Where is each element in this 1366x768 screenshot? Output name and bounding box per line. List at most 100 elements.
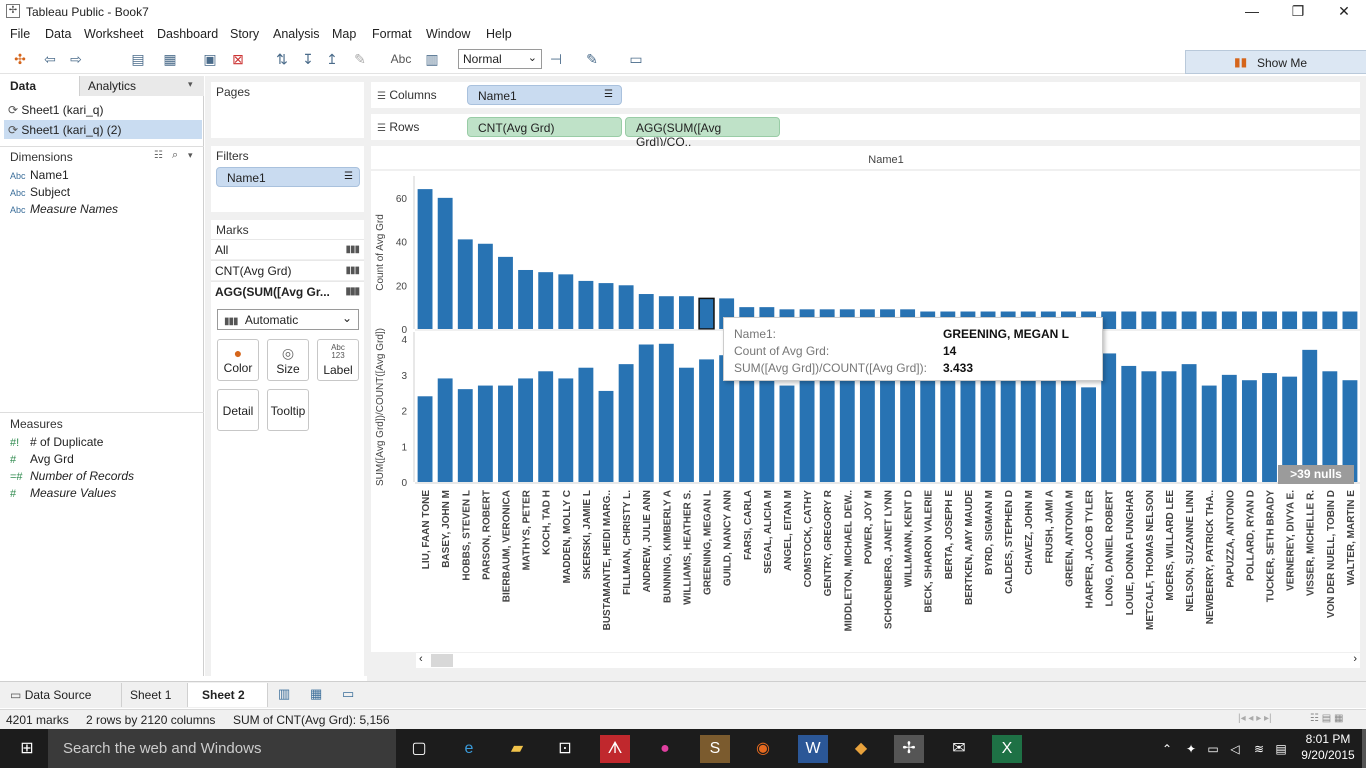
fit-icon[interactable]: ▥ — [422, 50, 442, 68]
dimension-field[interactable]: Abc Subject — [10, 185, 70, 199]
scroll-thumb[interactable] — [431, 654, 453, 667]
datasource-item-selected[interactable]: ⟳ Sheet1 (kari_q) (2) — [4, 120, 202, 139]
sublime-icon[interactable]: S — [700, 735, 730, 763]
view-toggle-icons[interactable]: ☷ ▤ ▦ — [1310, 713, 1343, 724]
clock[interactable]: 8:01 PM 9/20/2015 — [1295, 731, 1361, 763]
close-button[interactable]: ✕ — [1321, 0, 1366, 24]
new-story-icon[interactable]: ▭ — [342, 686, 354, 702]
fit-select[interactable]: Normal ⌄ — [458, 49, 542, 69]
label-button[interactable]: Abc 123 Label — [317, 339, 359, 381]
rows-pill-count[interactable]: CNT(Avg Grd) — [467, 117, 622, 137]
menu-help[interactable]: Help — [486, 27, 512, 41]
menu-window[interactable]: Window — [426, 27, 470, 41]
datasource-label: Sheet1 (kari_q) — [21, 103, 104, 117]
size-button[interactable]: ◎ Size — [267, 339, 309, 381]
tab-data-source[interactable]: ▭ Data Source — [0, 683, 122, 707]
pages-card[interactable]: Pages — [211, 82, 364, 138]
datasource-item[interactable]: ⟳ Sheet1 (kari_q) — [0, 100, 204, 120]
menu-format[interactable]: Format — [372, 27, 412, 41]
measure-field[interactable]: =# Number of Records — [10, 469, 134, 483]
new-worksheet-icon[interactable]: ▦ — [160, 50, 180, 68]
menu-worksheet[interactable]: Worksheet — [84, 27, 144, 41]
datasource-icon: ⟳ — [8, 123, 19, 137]
show-desktop-button[interactable] — [1362, 729, 1366, 768]
minimize-button[interactable]: — — [1229, 0, 1275, 24]
marks-all-row[interactable]: All ▮▮▮ — [211, 239, 364, 259]
task-view-icon[interactable]: ▢ — [404, 735, 434, 763]
file-explorer-icon[interactable]: ▰ — [502, 735, 532, 763]
maximize-button[interactable]: ❐ — [1275, 0, 1321, 24]
highlight-icon[interactable]: ✎ — [350, 50, 370, 68]
x-tick-label: VISSER, MICHELLE R. — [1306, 490, 1317, 596]
redo-icon[interactable]: ⇨ — [66, 50, 86, 68]
horizontal-scrollbar[interactable]: ‹ › — [416, 653, 1360, 668]
menu-analysis[interactable]: Analysis — [273, 27, 320, 41]
pen-icon[interactable]: ✎ — [582, 50, 602, 68]
menu-dashboard[interactable]: Dashboard — [157, 27, 218, 41]
chevron-down-icon[interactable]: ▾ — [188, 150, 193, 161]
mark-type-select[interactable]: ▮▮▮ Automatic ⌄ — [217, 309, 359, 330]
clear-sheet-icon[interactable]: ⊠ — [228, 50, 248, 68]
edge-icon[interactable]: e — [454, 735, 484, 763]
color-button[interactable]: ● Color — [217, 339, 259, 381]
store-icon[interactable]: ⊡ — [550, 735, 580, 763]
excel-icon[interactable]: X — [992, 735, 1022, 763]
menu-map[interactable]: Map — [332, 27, 356, 41]
sort-ascending-icon[interactable]: ↧ — [298, 50, 318, 68]
bar — [739, 374, 755, 482]
firefox-icon[interactable]: ◉ — [748, 735, 778, 763]
rows-pill-agg[interactable]: AGG(SUM([Avg Grd])/CO.. — [625, 117, 780, 149]
marks-cnt-row[interactable]: CNT(Avg Grd) ▮▮▮ — [211, 260, 364, 280]
bar — [779, 385, 795, 482]
chart-view[interactable]: Name1 0 20 40 60 Count of Avg Grd 0 1 2 3 4 SUM([Av… — [371, 146, 1360, 652]
menu-data[interactable]: Data — [45, 27, 71, 41]
title-bar: ✢ Tableau Public - Book7 — ❐ ✕ — [0, 0, 1366, 24]
filter-pill[interactable]: Name1 ☰ — [216, 167, 360, 187]
detail-button[interactable]: Detail — [217, 389, 259, 431]
acrobat-icon[interactable]: ᗑ — [600, 735, 630, 763]
duplicate-sheet-icon[interactable]: ▣ — [200, 50, 220, 68]
tooltip-button[interactable]: Tooltip — [267, 389, 309, 431]
taskbar-search[interactable]: Search the web and Windows — [48, 729, 396, 768]
tab-analytics[interactable]: Analytics — [80, 76, 204, 96]
swap-icon[interactable]: ⇅ — [272, 50, 292, 68]
scroll-left-icon[interactable]: ‹ — [419, 653, 423, 665]
new-dashboard-icon[interactable]: ▦ — [310, 686, 322, 702]
new-worksheet-icon[interactable]: ▥ — [278, 686, 290, 702]
view-toggle-icon[interactable]: ☷ — [154, 150, 163, 161]
undo-icon[interactable]: ⇦ — [40, 50, 60, 68]
save-icon[interactable]: ▤ — [128, 50, 148, 68]
labels-icon[interactable]: Abc — [388, 50, 414, 68]
tab-sheet-1[interactable]: Sheet 1 — [122, 683, 188, 707]
tableau-taskbar-icon[interactable]: ✢ — [894, 735, 924, 763]
menu-file[interactable]: File — [10, 27, 30, 41]
word-icon[interactable]: W — [798, 735, 828, 763]
scroll-right-icon[interactable]: › — [1353, 653, 1357, 665]
sheet-nav-icons[interactable]: |◂ ◂ ▸ ▸| — [1238, 713, 1272, 724]
keyboard-icon[interactable]: ▤ — [1266, 735, 1296, 763]
media-icon[interactable]: ● — [650, 735, 680, 763]
fix-axes-icon[interactable]: ⊣ — [546, 50, 566, 68]
pane-menu-icon[interactable]: ▾ — [188, 79, 193, 90]
tab-sheet-2[interactable]: Sheet 2 — [188, 683, 268, 707]
tab-data[interactable]: Data — [0, 76, 80, 96]
menu-story[interactable]: Story — [230, 27, 259, 41]
nulls-badge[interactable]: >39 nulls — [1278, 465, 1354, 484]
measure-field[interactable]: # Measure Values — [10, 486, 116, 500]
measure-field[interactable]: #! # of Duplicate — [10, 435, 103, 449]
tableau-home-icon[interactable]: ✣ — [10, 50, 30, 68]
mail-icon[interactable]: ✉ — [944, 735, 974, 763]
show-me-button[interactable]: ▮▮ Show Me — [1185, 50, 1366, 74]
bar — [558, 274, 574, 329]
git-icon[interactable]: ◆ — [846, 735, 876, 763]
dimension-field[interactable]: Abc Name1 — [10, 168, 69, 182]
presentation-icon[interactable]: ▭ — [626, 50, 646, 68]
x-tick-label: HARPER, JACOB TYLER — [1085, 489, 1096, 608]
measure-field[interactable]: # Avg Grd — [10, 452, 74, 466]
columns-pill[interactable]: Name1 ☰ — [467, 85, 622, 105]
dimension-field[interactable]: Abc Measure Names — [10, 202, 118, 216]
marks-agg-row[interactable]: AGG(SUM([Avg Gr... ▮▮▮ — [211, 281, 364, 301]
search-icon[interactable]: ⌕ — [172, 149, 178, 162]
windows-start-icon[interactable]: ⊞ — [12, 735, 42, 763]
sort-descending-icon[interactable]: ↥ — [322, 50, 342, 68]
